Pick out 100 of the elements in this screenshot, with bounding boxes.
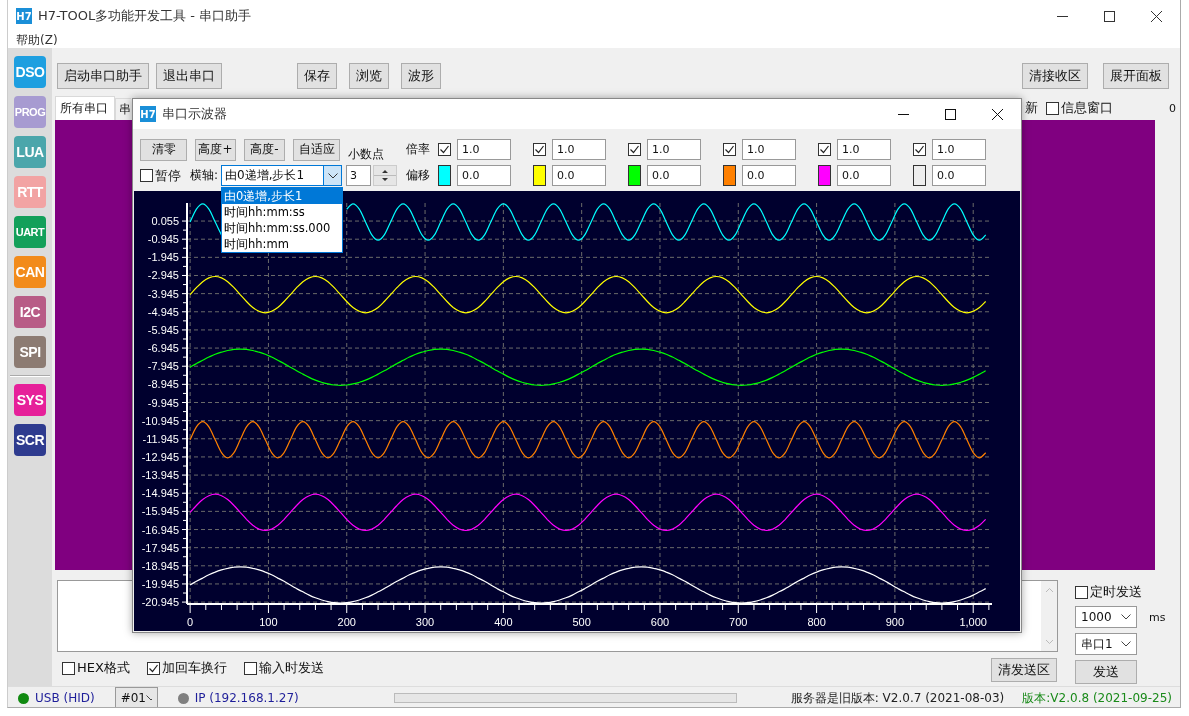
scale-field[interactable]: 1.0 [932,139,986,160]
scale-field[interactable]: 1.0 [647,139,701,160]
y-tick-label: -5.945 [147,323,179,336]
counter: 0 [1168,101,1177,115]
port-select[interactable]: 串口1 [1075,633,1137,655]
decimals-field[interactable]: 3 [346,165,371,186]
check-icon [914,144,925,155]
toolbar-button[interactable]: 退出串口 [156,63,222,89]
tab[interactable]: 串 [115,98,131,120]
y-tick-label: -7.945 [147,360,179,373]
close-icon [1151,10,1162,22]
offset-field[interactable]: 0.0 [647,165,701,186]
color-swatch[interactable] [533,165,546,186]
unit-label: ms [1149,610,1166,624]
y-tick-label: -0.945 [147,233,179,246]
checkbox[interactable] [723,143,736,156]
color-swatch[interactable] [723,165,736,186]
scope-button[interactable]: 高度+ [195,138,236,161]
checkbox[interactable] [140,169,153,182]
clear-send-button[interactable]: 清发送区 [991,658,1057,682]
offset-field[interactable]: 0.0 [457,165,511,186]
scale-field[interactable]: 1.0 [742,139,796,160]
dropdown-option[interactable]: 时间hh:mm:ss [222,204,342,220]
caret-icon [145,695,152,701]
x-tick-label: 500 [572,616,591,628]
check-icon [724,144,735,155]
y-tick-label: -11.945 [142,432,179,445]
toolbar-button[interactable]: 保存 [297,63,337,89]
toolbar-button[interactable]: 波形 [401,63,441,89]
send-button[interactable]: 发送 [1075,660,1137,684]
scale-field[interactable]: 1.0 [552,139,606,160]
checkbox-label: 输入时发送 [258,659,324,677]
tool-tile[interactable]: SPI [14,336,46,368]
color-swatch[interactable] [438,165,451,186]
menu-item[interactable]: 帮助(Z) [8,31,66,49]
y-tick-label: -2.945 [147,269,179,282]
x-tick-label: 1,000 [959,616,987,628]
color-swatch[interactable] [818,165,831,186]
tool-tile[interactable]: SCR [14,424,46,456]
device-select[interactable]: #01 [114,687,158,707]
axis-select[interactable]: 由0递增,步长1 [221,165,342,186]
usb-status: USB (HID) [35,691,95,705]
y-tick-label: -12.945 [141,450,179,463]
dropdown-option[interactable]: 时间hh:mm [222,236,342,252]
checkbox-label: HEX格式 [77,659,130,677]
maximize-icon [945,108,956,120]
offset-field[interactable]: 0.0 [837,165,891,186]
interval-select[interactable]: 1000 [1075,606,1137,628]
check-icon [439,144,450,155]
axis-label: 横轴: [190,167,220,184]
x-tick-label: 800 [807,616,826,628]
toolbar-button[interactable]: 启动串口助手 [57,63,149,89]
app-logo: H7 [16,8,32,24]
color-swatch[interactable] [628,165,641,186]
y-tick-label: -6.945 [147,342,179,355]
offset-field[interactable]: 0.0 [742,165,796,186]
toolbar-button[interactable]: 浏览 [349,63,389,89]
checkbox[interactable] [438,143,451,156]
checkbox[interactable] [1075,585,1088,599]
caret-icon [1121,641,1131,647]
scale-field[interactable]: 1.0 [457,139,511,160]
color-swatch[interactable] [913,165,926,186]
checkbox[interactable] [628,143,641,156]
x-tick-label: 600 [650,616,670,628]
scale-label: 倍率 [406,141,431,158]
checkbox-label: 定时发送 [1090,583,1142,601]
offset-field[interactable]: 0.0 [932,165,986,186]
checkbox[interactable] [62,661,75,675]
tool-tile[interactable]: I2C [14,296,46,328]
toolbar-button[interactable]: 清接收区 [1022,63,1088,89]
scope-button[interactable]: 清零 [140,138,187,161]
checkbox[interactable] [146,661,160,675]
y-tick-label: -1.945 [147,251,179,264]
caret-icon [1121,614,1131,620]
dropdown-option[interactable]: 时间hh:mm:ss.000 [222,220,342,236]
offset-field[interactable]: 0.0 [552,165,606,186]
checkbox[interactable] [1046,101,1059,115]
y-tick-label: -17.945 [141,541,179,554]
y-tick-label: 0.055 [151,215,179,228]
tab-row-label: 新 [1025,99,1038,117]
checkbox[interactable] [913,143,926,156]
scope-button[interactable]: 自适应 [293,138,340,161]
x-tick-label: 300 [415,616,435,628]
x-tick-label: 400 [494,616,513,628]
y-tick-label: -20.945 [141,596,179,609]
tool-tile[interactable]: SYS [14,384,46,416]
toolbar-button[interactable]: 展开面板 [1103,63,1169,89]
close-icon [992,108,1003,120]
scale-field[interactable]: 1.0 [837,139,891,160]
scope-button[interactable]: 高度- [244,138,285,161]
app-version: 版本:V2.0.8 (2021-09-25) [1022,689,1172,707]
checkbox[interactable] [818,143,831,156]
maximize-icon [1104,10,1115,22]
tab[interactable]: 所有串口 [55,96,115,120]
x-tick-label: 200 [337,616,356,628]
checkbox[interactable] [533,143,546,156]
dropdown-option[interactable]: 由0递增,步长1 [222,188,342,204]
checkbox[interactable] [243,661,257,675]
spin-buttons[interactable] [373,165,397,186]
y-tick-label: -8.945 [147,378,179,391]
